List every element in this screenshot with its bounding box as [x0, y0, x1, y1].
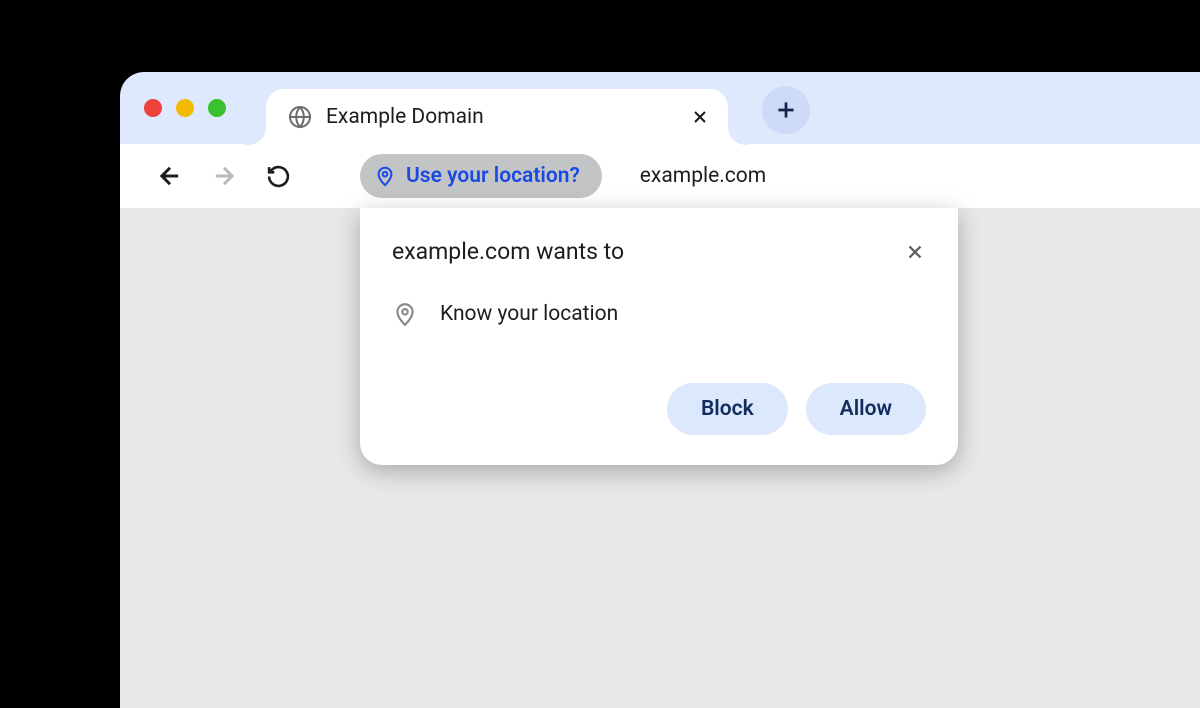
- address-url[interactable]: example.com: [640, 164, 766, 188]
- forward-button[interactable]: [204, 156, 244, 196]
- tab-close-button[interactable]: [690, 107, 710, 127]
- tab-strip: Example Domain: [120, 72, 1200, 144]
- back-button[interactable]: [150, 156, 190, 196]
- dialog-title: example.com wants to: [392, 238, 624, 265]
- tab-title: Example Domain: [326, 105, 690, 129]
- location-pin-icon: [392, 301, 418, 327]
- dialog-close-button[interactable]: [904, 241, 926, 263]
- permission-dialog: example.com wants to Know your location: [360, 208, 958, 465]
- new-tab-button[interactable]: [762, 86, 810, 134]
- browser-tab[interactable]: Example Domain: [266, 89, 728, 145]
- toolbar: Use your location? example.com: [120, 144, 1200, 208]
- window-close-button[interactable]: [144, 99, 162, 117]
- permission-chip[interactable]: Use your location?: [360, 154, 602, 198]
- location-pin-icon: [374, 165, 396, 187]
- allow-button[interactable]: Allow: [806, 383, 926, 435]
- permission-description: Know your location: [440, 302, 618, 326]
- permission-chip-label: Use your location?: [406, 164, 580, 188]
- globe-icon: [288, 105, 312, 129]
- page-content: example.com wants to Know your location: [120, 208, 1200, 708]
- window-controls: [144, 99, 226, 117]
- block-button[interactable]: Block: [667, 383, 788, 435]
- window-maximize-button[interactable]: [208, 99, 226, 117]
- window-minimize-button[interactable]: [176, 99, 194, 117]
- browser-window: Example Domain: [120, 72, 1200, 708]
- reload-button[interactable]: [258, 156, 298, 196]
